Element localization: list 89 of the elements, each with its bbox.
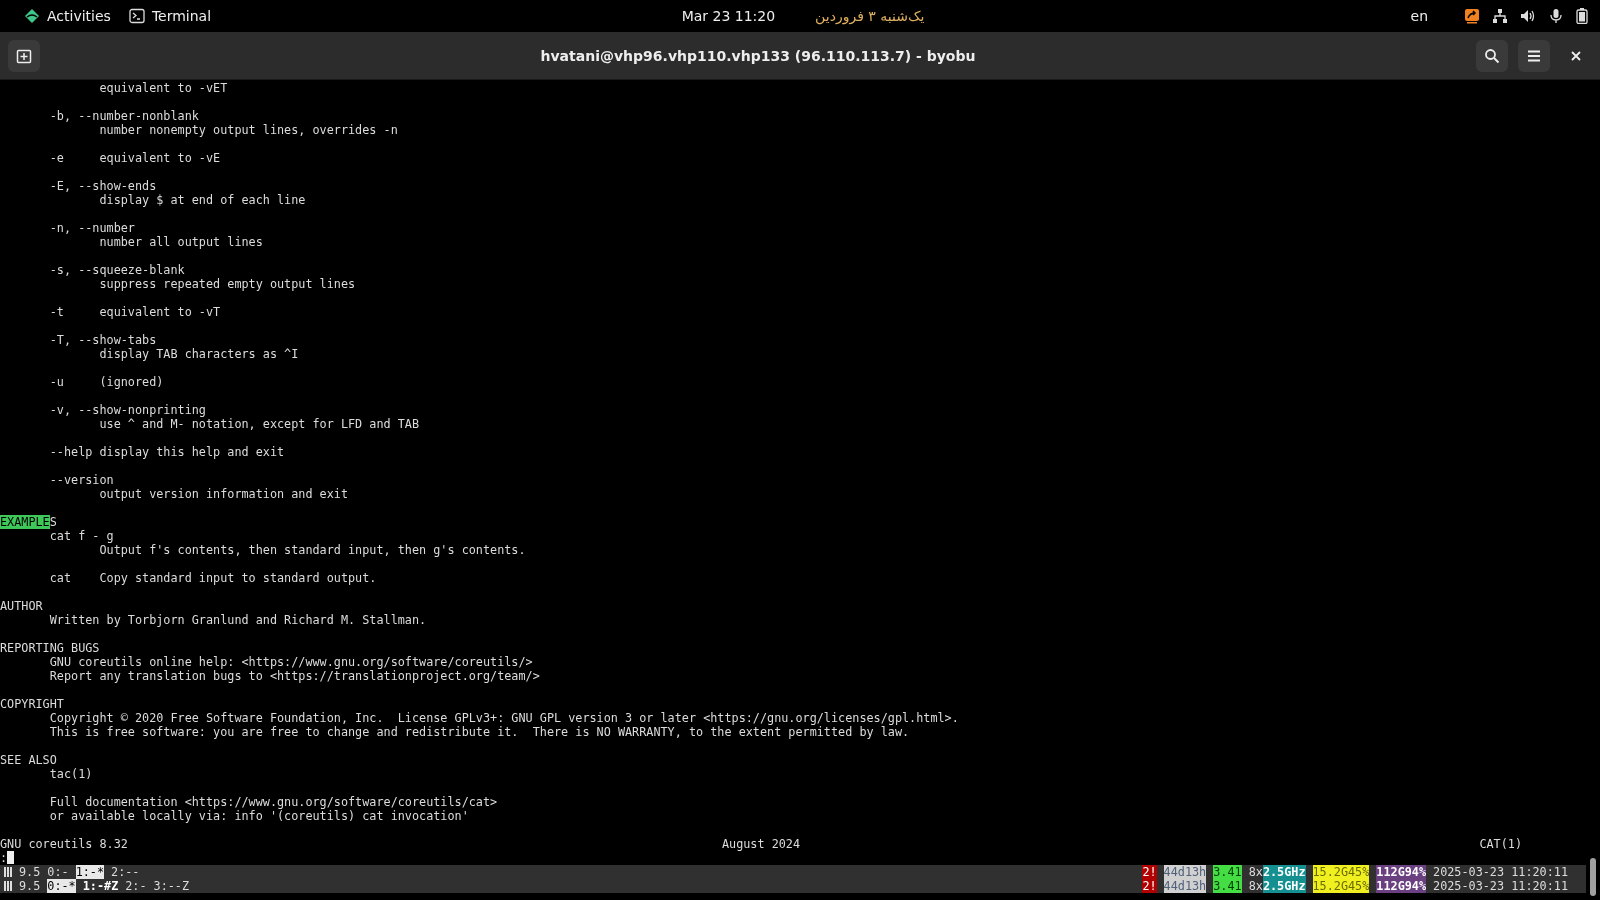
text-line: Written by Torbjorn Granlund and Richard M. Stallman.: [48, 613, 427, 627]
text-line: number nonempty output lines, overrides -n: [98, 123, 398, 137]
window-tab[interactable]: 1:-*: [75, 865, 105, 879]
date-time: 2025-03-23 11:20:11: [1433, 865, 1568, 879]
close-icon: [1571, 50, 1581, 61]
load-average: 3.41: [1213, 865, 1242, 879]
local-date: یک‌شنبه ۳ فروردین: [815, 8, 925, 24]
text-line: output version information and exit: [98, 487, 348, 501]
window-tab[interactable]: 2:--: [111, 865, 140, 879]
disk-usage: 112G94%: [1376, 865, 1427, 879]
cpu-frequency: 2.5GHz: [1262, 879, 1306, 893]
text-line: use ^ and M- notation, except for LFD and TAB: [98, 417, 420, 431]
new-tab-button[interactable]: [8, 39, 40, 72]
text-line: or available locally via: info '(coreutils) cat invocation': [48, 809, 469, 823]
window-tab[interactable]: 2:-: [125, 879, 147, 893]
prompt-text: :: [0, 851, 8, 865]
uptime: 44d13h: [1163, 865, 1207, 879]
window-tab[interactable]: 3:--Z: [153, 879, 190, 893]
text-line: -v, --show-nonprinting: [48, 403, 206, 417]
text-line: -E, --show-ends: [48, 179, 157, 193]
text-line: tac(1): [48, 767, 93, 781]
text-line: -T, --show-tabs: [48, 333, 157, 347]
text-line: AUTHOR: [0, 599, 43, 613]
volume-icon[interactable]: [1520, 8, 1536, 24]
alert-count: 2!: [1142, 865, 1157, 879]
cursor: [7, 851, 15, 864]
search-icon: [1484, 47, 1500, 64]
text-line: -n, --number: [48, 221, 135, 235]
network-icon[interactable]: [1492, 8, 1508, 24]
text-line: display TAB characters as ^I: [98, 347, 299, 361]
text-line: --help display this help and exit: [48, 445, 285, 459]
new-tab-icon: [16, 47, 32, 64]
text-line: -e equivalent to -vE: [48, 151, 221, 165]
text-line: -u (ignored): [48, 375, 164, 389]
text-line: COPYRIGHT: [0, 697, 64, 711]
text-line: Report any translation bugs to <https://translationproject.org/team/>: [48, 669, 540, 683]
text-line: number all output lines: [98, 235, 263, 249]
text-line: equivalent to -vET: [98, 81, 228, 95]
text-line: REPORTING BUGS: [0, 641, 100, 655]
logo-icon: [24, 8, 40, 24]
text-line: cat Copy standard input to standard output.: [48, 571, 377, 585]
cpu-count: 8x: [1248, 865, 1263, 879]
bars-icon: [4, 867, 12, 877]
app-menu[interactable]: Terminal: [122, 4, 218, 28]
scrollbar-thumb[interactable]: [1590, 858, 1596, 896]
microphone-icon[interactable]: [1548, 8, 1564, 24]
screen-share-icon[interactable]: [1464, 8, 1480, 24]
text-line: suppress repeated empty output lines: [98, 277, 356, 291]
text-line: Output f's contents, then standard input, then g's contents.: [98, 543, 526, 557]
load-average: 3.41: [1213, 879, 1242, 893]
activities-button[interactable]: Activities: [18, 4, 117, 28]
memory-usage: 15.2G45%: [1312, 879, 1370, 893]
alert-count: 2!: [1142, 879, 1157, 893]
footer-text: CAT(1): [1479, 837, 1522, 851]
text-line: GNU coreutils online help: <https://www.gnu.org/software/coreutils/>: [48, 655, 533, 669]
clock[interactable]: Mar 23 11:20: [681, 8, 776, 24]
terminal-icon: [128, 8, 145, 24]
text-line: -t equivalent to -vT: [48, 305, 221, 319]
text-line: --version: [48, 473, 114, 487]
cpu-count: 8x: [1248, 879, 1263, 893]
text-line: Full documentation <https://www.gnu.org/software/coreutils/cat>: [48, 795, 498, 809]
text-line: This is free software: you are free to change and redistribute it. There is NO WARRANTY, to the extent permitted by law.: [48, 725, 910, 739]
date-time: 2025-03-23 11:20:11: [1433, 879, 1568, 893]
menu-icon: [1527, 49, 1541, 62]
memory-usage: 15.2G45%: [1312, 865, 1370, 879]
text-line: SEE ALSO: [0, 753, 57, 767]
footer-text: GNU coreutils 8.32: [0, 837, 128, 851]
search-match: EXAMPLE: [0, 515, 50, 529]
bars-icon: [4, 881, 12, 891]
text-line: -b, --number-nonblank: [48, 109, 199, 123]
disk-usage: 112G94%: [1376, 879, 1427, 893]
window-title: hvatani@vhp96.vhp110.vhp133 (96.110.113.7) - byobu: [539, 47, 977, 64]
text-line: -s, --squeeze-blank: [48, 263, 185, 277]
text-line: display $ at end of each line: [98, 193, 306, 207]
uptime: 44d13h: [1163, 879, 1207, 893]
window-tab[interactable]: 1:-#Z: [82, 879, 119, 893]
version-text: 9.5: [19, 879, 41, 893]
search-button[interactable]: [1476, 39, 1508, 72]
battery-icon[interactable]: [1576, 8, 1588, 24]
text-line: Copyright © 2020 Free Software Foundation, Inc. License GPLv3+: GNU GPL version 3 or later <https://gnu.org/licenses/gpl.html>.: [48, 711, 959, 725]
version-text: 9.5: [19, 865, 41, 879]
window-tab[interactable]: 0:-*: [47, 879, 76, 893]
text-line: S: [49, 515, 57, 529]
input-language[interactable]: en: [1410, 8, 1428, 24]
text-line: cat f - g: [48, 529, 114, 543]
footer-text: August 2024: [721, 837, 801, 851]
cpu-frequency: 2.5GHz: [1262, 865, 1306, 879]
menu-button[interactable]: [1518, 39, 1550, 72]
window-tab[interactable]: 0:-: [47, 865, 69, 879]
